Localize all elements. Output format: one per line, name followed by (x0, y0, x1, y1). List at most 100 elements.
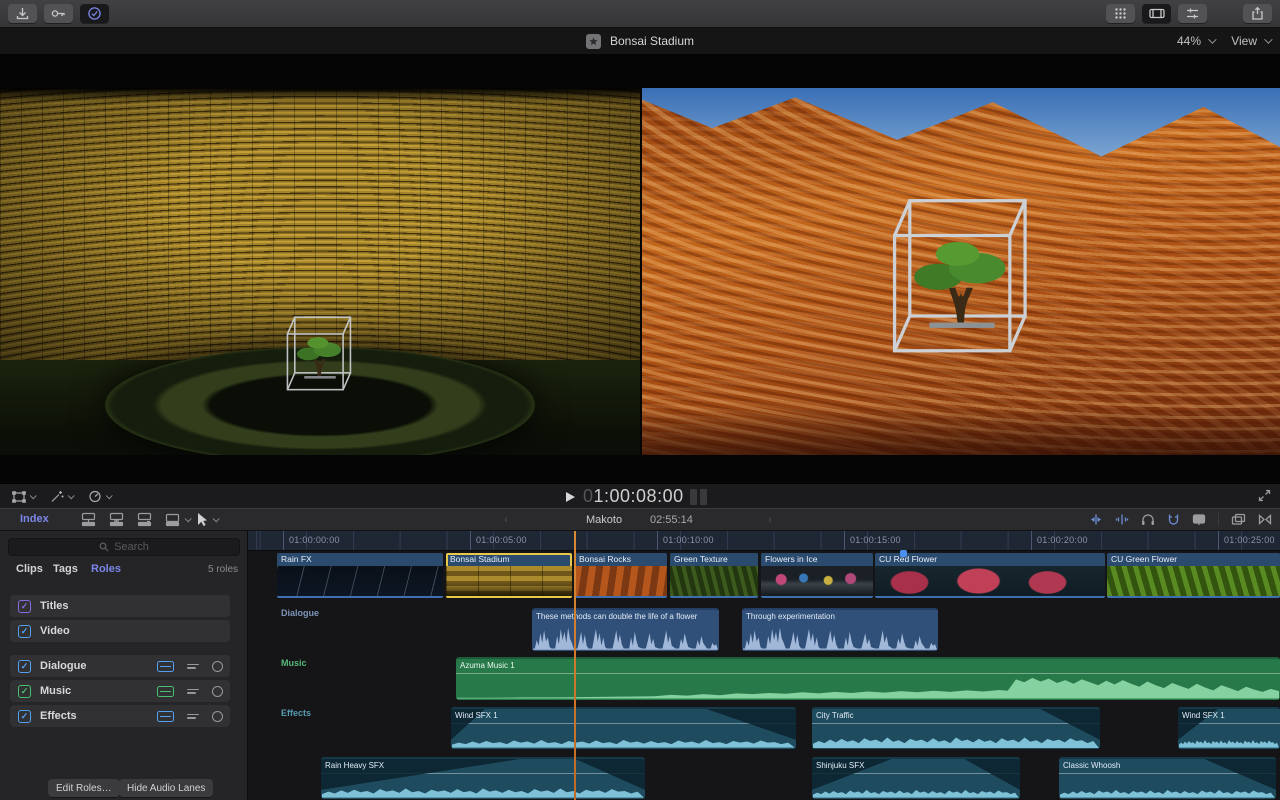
viewer-zoom-menu[interactable]: 44% (1177, 34, 1214, 48)
play-button[interactable] (566, 492, 575, 502)
video-checkbox[interactable] (18, 625, 31, 638)
chevron-down-icon (1264, 35, 1272, 43)
clip-thumbnail (446, 566, 572, 596)
video-clip[interactable]: Rain FX (277, 553, 443, 598)
timeline-ruler[interactable]: 01:00:00:00 01:00:05:00 01:00:10:00 01:0… (248, 531, 1280, 551)
audio-clip-effects[interactable]: Rain Heavy SFX (321, 757, 645, 799)
chevron-down-icon (68, 492, 75, 499)
timeline-toolbar: Index ‹ Makoto 02:55:14 › (0, 508, 1280, 531)
tab-roles[interactable]: Roles (91, 563, 121, 575)
search-icon (99, 542, 109, 552)
video-clip[interactable]: Flowers in Ice (761, 553, 873, 598)
tab-tags[interactable]: Tags (53, 563, 78, 575)
clip-marker[interactable] (900, 550, 907, 557)
snapping-icon[interactable] (1167, 513, 1180, 526)
index-tabs: Clips Tags Roles 5 roles (0, 561, 248, 581)
hide-audio-lanes-button[interactable]: Hide Audio Lanes (119, 779, 213, 797)
transform-menu[interactable] (12, 491, 35, 503)
dialogue-sublanes-icon[interactable] (187, 664, 199, 669)
audio-clip-effects[interactable]: Shinjuku SFX (812, 757, 1020, 799)
role-row-video[interactable]: Video (10, 620, 230, 642)
audio-clip-effects[interactable]: Classic Whoosh (1059, 757, 1276, 799)
effects-focus-icon[interactable] (212, 711, 223, 722)
project-duration: 02:55:14 (650, 514, 693, 526)
effects-sublanes-icon[interactable] (187, 714, 199, 719)
audio-clip-dialogue[interactable]: These methods can double the life of a f… (532, 608, 719, 651)
trim-icon[interactable] (1089, 513, 1103, 526)
dialogue-lane-icon[interactable] (157, 661, 174, 672)
timeline-toggle-button[interactable] (1142, 4, 1171, 23)
audio-clip-dialogue[interactable]: Through experimentation (742, 608, 938, 651)
music-sublanes-icon[interactable] (187, 689, 199, 694)
titles-checkbox[interactable] (18, 600, 31, 613)
expand-icon (1258, 489, 1271, 502)
project-name[interactable]: Makoto (586, 514, 622, 526)
clip-thumbnail (875, 566, 1105, 596)
insert-edit-button[interactable] (108, 512, 125, 527)
clip-appearance-icon[interactable] (1231, 513, 1246, 526)
chevron-down-icon (30, 492, 37, 499)
video-clip-selected[interactable]: Bonsai Stadium (446, 553, 572, 598)
video-clip[interactable]: Bonsai Rocks (575, 553, 667, 598)
timecode-display[interactable]: 01:00:08:00 (583, 486, 684, 507)
keywords-button[interactable] (44, 4, 73, 23)
role-row-music[interactable]: Music (10, 680, 230, 702)
clip-thumbnail (670, 566, 758, 596)
bonsai-cube-small (277, 313, 363, 397)
previous-project-button[interactable]: ‹ (504, 514, 508, 526)
timeline-index-panel: Search Clips Tags Roles 5 roles Titles V… (0, 531, 248, 800)
edit-roles-button[interactable]: Edit Roles… (48, 779, 120, 797)
music-checkbox[interactable] (18, 685, 31, 698)
solo-headphones-icon[interactable] (1141, 513, 1155, 526)
browser-toggle-button[interactable] (1106, 4, 1135, 23)
audio-trim-icon[interactable] (1115, 513, 1129, 526)
inspector-sliders-icon (1186, 7, 1199, 20)
background-tasks-button[interactable] (80, 4, 109, 23)
effects-menu[interactable] (50, 490, 73, 503)
volume-line[interactable] (456, 673, 1280, 674)
next-project-button[interactable]: › (768, 514, 772, 526)
transport-bar: 01:00:08:00 (0, 483, 1280, 508)
import-button[interactable] (8, 4, 37, 23)
viewer-view-menu[interactable]: View (1231, 34, 1270, 48)
dialogue-checkbox[interactable] (18, 660, 31, 673)
index-button[interactable]: Index (20, 513, 49, 525)
effects-lane-icon[interactable] (157, 711, 174, 722)
ruler-tick-label: 01:00:15:00 (850, 535, 901, 545)
lane-label-dialogue: Dialogue (281, 608, 319, 618)
append-edit-button[interactable] (136, 512, 153, 527)
search-input[interactable]: Search (8, 538, 240, 556)
filmstrip-icon (1149, 8, 1165, 19)
audio-meters[interactable] (690, 489, 707, 505)
audio-clip-effects[interactable]: Wind SFX 1 (1178, 707, 1280, 749)
role-row-effects[interactable]: Effects (10, 705, 230, 727)
media-box-icon[interactable] (1192, 513, 1206, 526)
inspector-toggle-button[interactable] (1178, 4, 1207, 23)
timeline-area: 01:00:00:00 01:00:05:00 01:00:10:00 01:0… (248, 531, 1280, 800)
overwrite-edit-menu[interactable] (164, 512, 190, 527)
music-focus-icon[interactable] (212, 686, 223, 697)
trim-mode-icon[interactable] (1258, 513, 1272, 526)
audio-clip-effects[interactable]: Wind SFX 1 (451, 707, 796, 749)
expand-timeline-button[interactable] (1258, 489, 1271, 502)
video-clip[interactable]: CU Green Flower (1107, 553, 1280, 598)
share-button[interactable] (1243, 4, 1272, 23)
tool-palette-menu[interactable] (196, 512, 218, 527)
chevron-down-icon (106, 492, 113, 499)
retime-menu[interactable] (88, 490, 111, 503)
role-row-dialogue[interactable]: Dialogue (10, 655, 230, 677)
audio-clip-music[interactable]: Azuma Music 1 (456, 657, 1280, 700)
clip-thumbnail (277, 566, 443, 596)
dialogue-focus-icon[interactable] (212, 661, 223, 672)
effects-checkbox[interactable] (18, 710, 31, 723)
music-lane-icon[interactable] (157, 686, 174, 697)
connect-edit-button[interactable] (80, 512, 97, 527)
clip-thumbnail (761, 566, 873, 596)
playhead[interactable] (574, 531, 576, 800)
viewer-title-bar: Bonsai Stadium 44% View (0, 28, 1280, 54)
video-clip[interactable]: Green Texture (670, 553, 758, 598)
video-clip[interactable]: CU Red Flower (875, 553, 1105, 598)
tab-clips[interactable]: Clips (16, 563, 43, 575)
audio-clip-effects[interactable]: City Traffic (812, 707, 1100, 749)
role-row-titles[interactable]: Titles (10, 595, 230, 617)
